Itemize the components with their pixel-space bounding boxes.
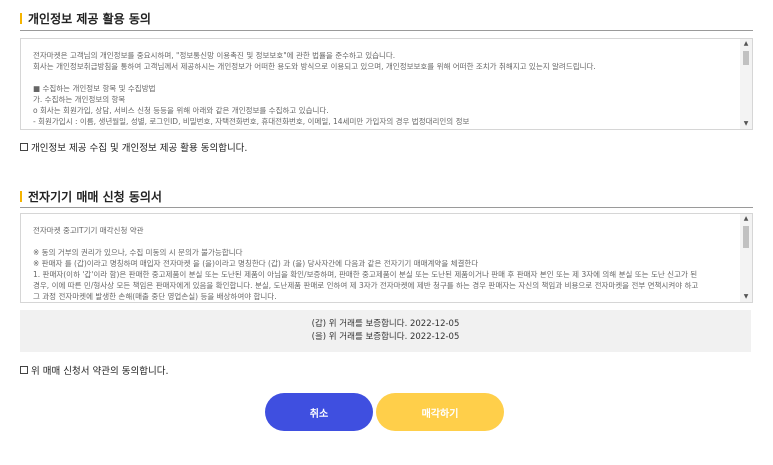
terms-line: o 회사는 회원가입, 상담, 서비스 신청 등등을 위해 아래와 같은 개인정…	[33, 106, 329, 115]
terms-line: 전자마켓은 고객님의 개인정보를 중요시하며, "정보통신망 이용촉진 및 정보…	[33, 51, 396, 60]
cancel-button[interactable]: 취소	[265, 393, 373, 431]
terms-line: 가. 수집하는 개인정보의 항목	[33, 95, 126, 104]
sell-button[interactable]: 매각하기	[376, 393, 504, 431]
terms-line: ※ 동의 거부의 권리가 있으나, 수집 미동의 시 문의가 불가능합니다	[33, 248, 243, 257]
terms-line: 전자마켓 중고IT기기 매각신청 약관	[33, 226, 144, 235]
trade-agree-checkbox[interactable]	[20, 366, 28, 374]
divider	[20, 207, 753, 208]
guarantee-seller: (갑) 위 거래를 보증합니다. 2022-12-05	[311, 319, 460, 329]
trade-title-text: 전자기기 매매 신청 동의서	[28, 190, 162, 204]
terms-line: 회사는 개인정보취급방침을 통하여 고객님께서 제공하시는 개인정보가 어떠한 …	[33, 62, 596, 71]
scroll-thumb[interactable]	[743, 226, 749, 248]
trade-agree-label[interactable]: 위 매매 신청서 약관의 동의합니다.	[31, 363, 168, 377]
scrollbar[interactable]: ▲ ▼	[740, 214, 752, 302]
terms-line: 1. 판매자(이하 '갑'이라 함)은 판매한 중고제품이 분실 또는 도난된 …	[33, 270, 698, 279]
terms-line: ■ 수집하는 개인정보 항목 및 수집방법	[33, 84, 156, 93]
title-accent-bar	[20, 191, 22, 202]
scroll-down-icon[interactable]: ▼	[740, 292, 752, 302]
title-accent-bar	[20, 13, 22, 24]
scroll-down-icon[interactable]: ▼	[740, 119, 752, 129]
privacy-terms-text: 전자마켓은 고객님의 개인정보를 중요시하며, "정보통신망 이용촉진 및 정보…	[21, 39, 738, 129]
privacy-section-title: 개인정보 제공 활용 동의	[20, 10, 151, 27]
privacy-agree-checkbox-row[interactable]: 개인정보 제공 수집 및 개인정보 제공 활용 동의합니다.	[20, 140, 247, 154]
trade-terms-box[interactable]: 전자마켓 중고IT기기 매각신청 약관 ※ 동의 거부의 권리가 있으나, 수집…	[20, 213, 753, 303]
trade-section-title: 전자기기 매매 신청 동의서	[20, 188, 162, 205]
privacy-agree-checkbox[interactable]	[20, 143, 28, 151]
terms-line: - 회원가입시 : 이름, 생년월일, 성별, 로그인ID, 비밀번호, 자택전…	[33, 117, 470, 126]
trade-agree-checkbox-row[interactable]: 위 매매 신청서 약관의 동의합니다.	[20, 363, 168, 377]
scroll-up-icon[interactable]: ▲	[740, 214, 752, 224]
scroll-thumb[interactable]	[743, 51, 749, 65]
trade-terms-text: 전자마켓 중고IT기기 매각신청 약관 ※ 동의 거부의 권리가 있으나, 수집…	[21, 214, 738, 302]
privacy-terms-box[interactable]: 전자마켓은 고객님의 개인정보를 중요시하며, "정보통신망 이용촉진 및 정보…	[20, 38, 753, 130]
divider	[20, 30, 753, 31]
privacy-title-text: 개인정보 제공 활용 동의	[28, 12, 151, 26]
guarantee-buyer: (을) 위 거래를 보증합니다. 2022-12-05	[311, 332, 460, 342]
guarantee-box: (갑) 위 거래를 보증합니다. 2022-12-05 (을) 위 거래를 보증…	[20, 310, 751, 352]
scroll-up-icon[interactable]: ▲	[740, 39, 752, 49]
terms-line: 경우, 이에 따른 민/형사상 모든 책임은 판매자에게 있음을 확인합니다. …	[33, 281, 699, 290]
scrollbar[interactable]: ▲ ▼	[740, 39, 752, 129]
terms-line: 그 과정 전자마켓에 발생한 손해(매출 중단 영업손실) 등을 배상하여야 합…	[33, 292, 277, 301]
terms-line: ※ 판매자 를 (갑)이라고 명칭하며 매입자 전자마켓 을 (을)이라고 명칭…	[33, 259, 479, 268]
privacy-agree-label[interactable]: 개인정보 제공 수집 및 개인정보 제공 활용 동의합니다.	[31, 140, 247, 154]
